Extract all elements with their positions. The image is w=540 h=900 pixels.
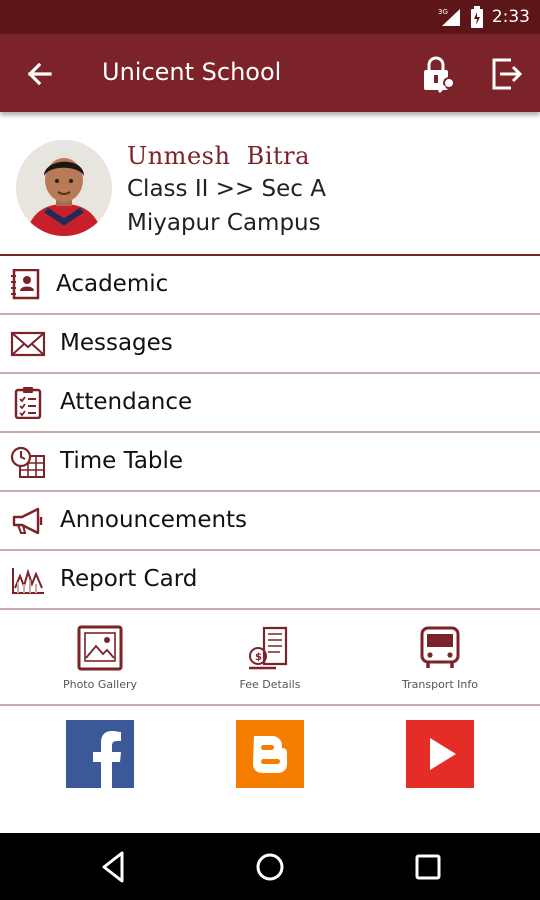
shortcut-row: Photo Gallery $ Fee Details Transport In… [0,612,540,706]
menu-item-label: Report Card [60,566,198,592]
picture-frame-icon [77,625,123,671]
status-time: 2:33 [491,7,530,27]
menu-item-attendance[interactable]: Attendance [0,374,540,433]
logout-icon[interactable] [486,54,526,94]
bus-icon [420,626,460,668]
megaphone-icon [12,507,43,535]
menu-item-messages[interactable]: Messages [0,315,540,374]
envelope-icon [10,331,46,357]
student-name: Unmesh Bitra [127,142,310,170]
signal-icon: 3G [438,8,460,26]
menu-item-announcements[interactable]: Announcements [0,492,540,551]
shortcut-label: Transport Info [402,678,478,691]
facebook-icon[interactable] [66,720,134,788]
social-links [0,720,540,790]
fee-receipt-icon: $ [249,626,288,670]
menu-item-time-table[interactable]: Time Table [0,433,540,492]
battery-icon [470,6,483,28]
menu-item-label: Academic [56,271,169,297]
menu-item-label: Attendance [60,389,193,415]
student-profile: Unmesh Bitra Class II >> Sec A Miyapur C… [0,130,540,254]
transport-info-button[interactable]: Transport Info [380,624,500,704]
contact-book-icon [11,269,40,300]
menu-item-academic[interactable]: Academic [0,256,540,315]
blogger-icon[interactable] [236,720,304,788]
arrow-left-icon[interactable] [20,54,60,94]
lock-key-icon[interactable] [418,54,458,94]
main-menu: Academic Messages Attendance Time Table [0,256,540,610]
clipboard-checklist-icon [14,387,42,419]
fee-details-button[interactable]: $ Fee Details [210,624,330,704]
nav-back-icon[interactable] [96,849,132,885]
svg-text:$: $ [255,652,262,663]
student-class: Class II >> Sec A [127,176,326,202]
page-title: Unicent School [102,58,282,86]
menu-item-label: Messages [60,330,173,356]
shortcut-label: Fee Details [239,678,301,691]
system-nav-bar [0,833,540,900]
menu-item-label: Announcements [60,507,248,533]
youtube-icon[interactable] [406,720,474,788]
svg-text:3G: 3G [438,8,448,16]
avatar-photo [16,140,112,236]
avatar [16,140,112,236]
photo-gallery-button[interactable]: Photo Gallery [40,624,160,704]
menu-item-report-card[interactable]: Report Card [0,551,540,610]
student-campus: Miyapur Campus [127,210,321,236]
chart-icon [12,568,44,594]
clock-calendar-icon [10,446,45,478]
status-bar: 3G 2:33 [0,0,540,34]
nav-recents-icon[interactable] [410,849,446,885]
app-bar: Unicent School [0,34,540,112]
nav-home-icon[interactable] [252,849,288,885]
menu-item-label: Time Table [60,448,184,474]
shortcut-label: Photo Gallery [62,678,138,691]
